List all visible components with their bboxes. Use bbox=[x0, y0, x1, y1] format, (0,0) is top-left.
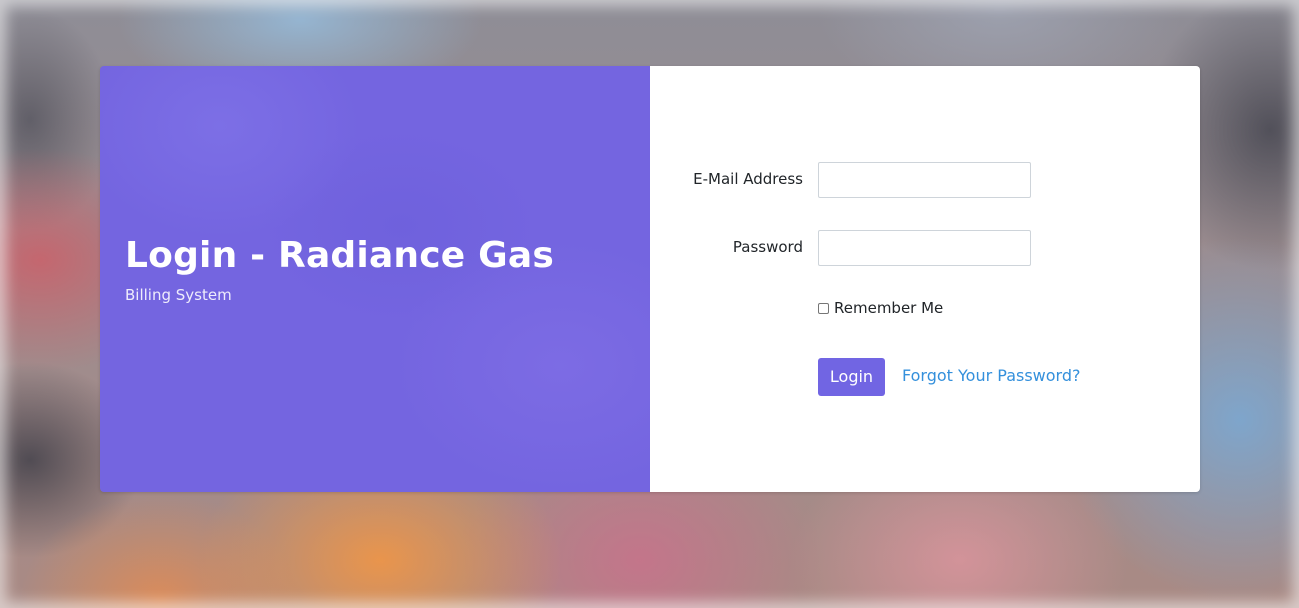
password-field[interactable] bbox=[818, 230, 1031, 266]
remember-me-checkbox[interactable] bbox=[818, 302, 829, 314]
login-card: Login - Radiance Gas Billing System E-Ma… bbox=[100, 66, 1200, 492]
forgot-password-link[interactable]: Forgot Your Password? bbox=[902, 365, 1081, 387]
password-label: Password bbox=[732, 238, 803, 256]
page-subtitle: Billing System bbox=[125, 286, 232, 304]
remember-me-label[interactable]: Remember Me bbox=[834, 297, 943, 319]
email-label: E-Mail Address bbox=[693, 170, 803, 188]
remember-me-row[interactable]: Remember Me bbox=[818, 297, 943, 319]
login-form: E-Mail Address Password Remember Me Logi… bbox=[650, 66, 1200, 492]
email-field[interactable] bbox=[818, 162, 1031, 198]
login-button[interactable]: Login bbox=[818, 358, 885, 396]
page-title: Login - Radiance Gas bbox=[125, 235, 555, 276]
brand-panel: Login - Radiance Gas Billing System bbox=[100, 66, 650, 492]
